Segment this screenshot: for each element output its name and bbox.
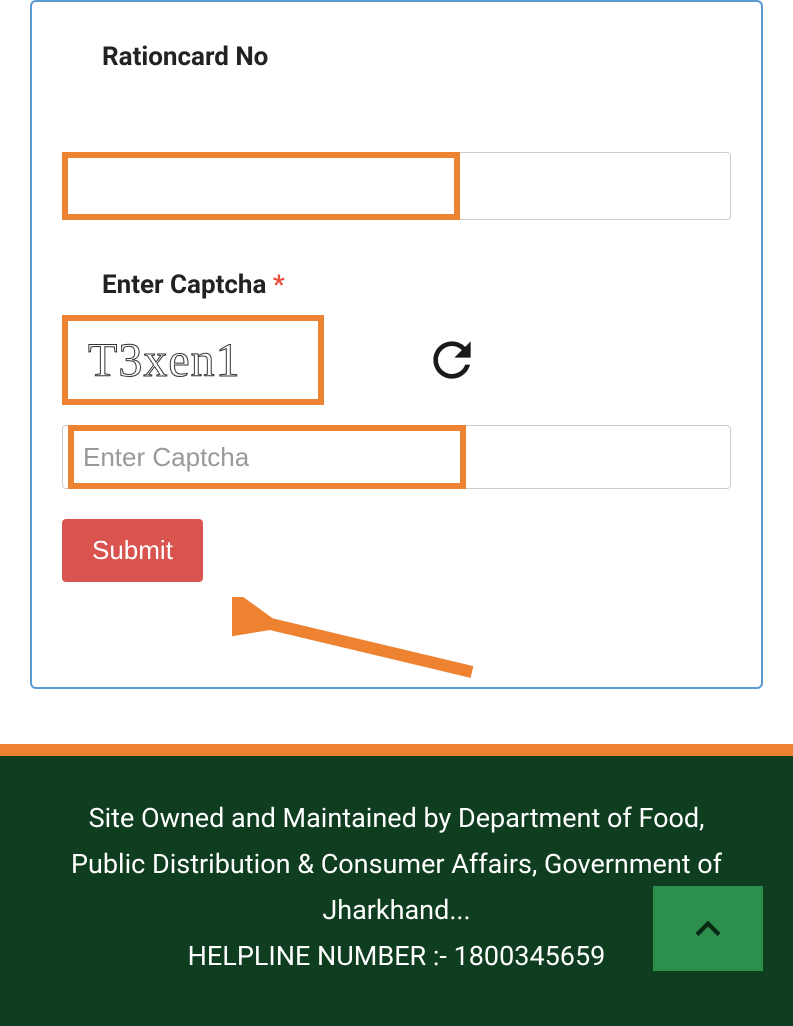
captcha-text: T3xen1 [88,333,241,388]
required-marker: * [273,270,285,300]
captcha-section: Enter Captcha * T3xen1 Submit [62,270,731,582]
arrow-annotation [232,597,482,687]
captcha-image: T3xen1 [62,315,324,405]
footer-text: Site Owned and Maintained by Department … [50,796,743,934]
separator-bar [0,744,793,756]
footer: Site Owned and Maintained by Department … [0,756,793,1026]
rationcard-input-wrapper [62,152,731,220]
captcha-input-wrapper [62,425,731,489]
footer-helpline: HELPLINE NUMBER :- 1800345659 [50,934,743,980]
scroll-top-button[interactable] [653,886,763,971]
captcha-label: Enter Captcha * [102,270,731,300]
captcha-input[interactable] [62,425,731,489]
rationcard-input[interactable] [62,152,731,220]
captcha-display-row: T3xen1 [62,315,731,405]
chevron-up-icon [683,904,733,954]
form-container: Rationcard No Enter Captcha * T3xen1 Sub… [30,0,763,689]
submit-button[interactable]: Submit [62,519,203,582]
refresh-icon[interactable] [424,332,480,388]
captcha-label-text: Enter Captcha [102,270,266,300]
rationcard-label: Rationcard No [102,42,731,72]
